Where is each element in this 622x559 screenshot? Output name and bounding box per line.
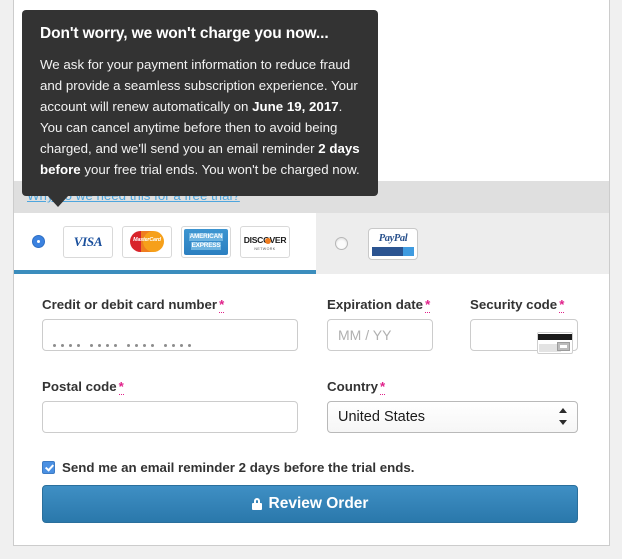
visa-icon: VISA xyxy=(63,225,113,258)
card-brand-logos: VISA MasterCard AMERICAN EXPRESS NETWORK xyxy=(63,225,290,258)
paypal-icon: PayPal xyxy=(368,227,418,260)
tooltip-body-part-3: your free trial ends. You won't be charg… xyxy=(80,161,360,177)
tab-credit-card[interactable]: VISA MasterCard AMERICAN EXPRESS NETWORK xyxy=(14,213,316,274)
required-asterisk: * xyxy=(118,379,124,395)
expiration-input[interactable] xyxy=(327,319,433,351)
security-code-group: Security code * xyxy=(470,297,578,354)
tooltip-tail xyxy=(47,195,69,208)
review-order-label: Review Order xyxy=(268,495,369,512)
postal-code-group: Postal code * xyxy=(42,379,298,433)
card-number-input[interactable] xyxy=(42,319,298,351)
country-group: Country * United States xyxy=(327,379,578,433)
required-asterisk: * xyxy=(379,379,386,395)
payment-method-tabs: VISA MasterCard AMERICAN EXPRESS NETWORK… xyxy=(14,213,609,274)
form-row-card: Credit or debit card number * Expiration … xyxy=(14,274,609,357)
expiration-label: Expiration date * xyxy=(327,297,431,313)
required-asterisk: * xyxy=(559,297,565,313)
tooltip-body: We ask for your payment information to r… xyxy=(40,55,360,180)
postal-code-input[interactable] xyxy=(42,401,298,433)
chevron-updown-icon xyxy=(559,408,568,426)
american-express-icon: AMERICAN EXPRESS xyxy=(181,225,231,258)
required-asterisk: * xyxy=(425,297,431,313)
radio-paypal[interactable] xyxy=(335,237,348,250)
expiration-group: Expiration date * xyxy=(327,297,433,351)
country-label: Country * xyxy=(327,379,386,395)
form-row-location: Postal code * Country * United States xyxy=(14,357,609,440)
review-order-button[interactable]: Review Order xyxy=(42,485,578,523)
trial-info-tooltip: Don't worry, we won't charge you now... … xyxy=(22,10,378,208)
radio-credit-card[interactable] xyxy=(32,235,45,248)
email-reminder-row: Send me an email reminder 2 days before … xyxy=(42,460,415,475)
card-back-cvv-icon xyxy=(537,332,573,354)
card-number-label: Credit or debit card number * xyxy=(42,297,225,313)
email-reminder-label: Send me an email reminder 2 days before … xyxy=(62,460,415,475)
country-select[interactable]: United States xyxy=(327,401,578,433)
postal-code-label: Postal code * xyxy=(42,379,124,395)
card-number-group: Credit or debit card number * xyxy=(42,297,298,351)
tooltip-renew-date: June 19, 2017 xyxy=(252,98,339,114)
tooltip-title: Don't worry, we won't charge you now... xyxy=(40,25,329,42)
mastercard-icon: MasterCard xyxy=(122,225,172,258)
email-reminder-checkbox[interactable] xyxy=(42,461,55,474)
lock-icon xyxy=(251,498,262,510)
discover-icon: DISCOVER NETWORK xyxy=(240,225,290,258)
security-code-label: Security code * xyxy=(470,297,565,313)
tab-paypal[interactable]: PayPal xyxy=(316,213,609,274)
required-asterisk: * xyxy=(219,297,225,313)
